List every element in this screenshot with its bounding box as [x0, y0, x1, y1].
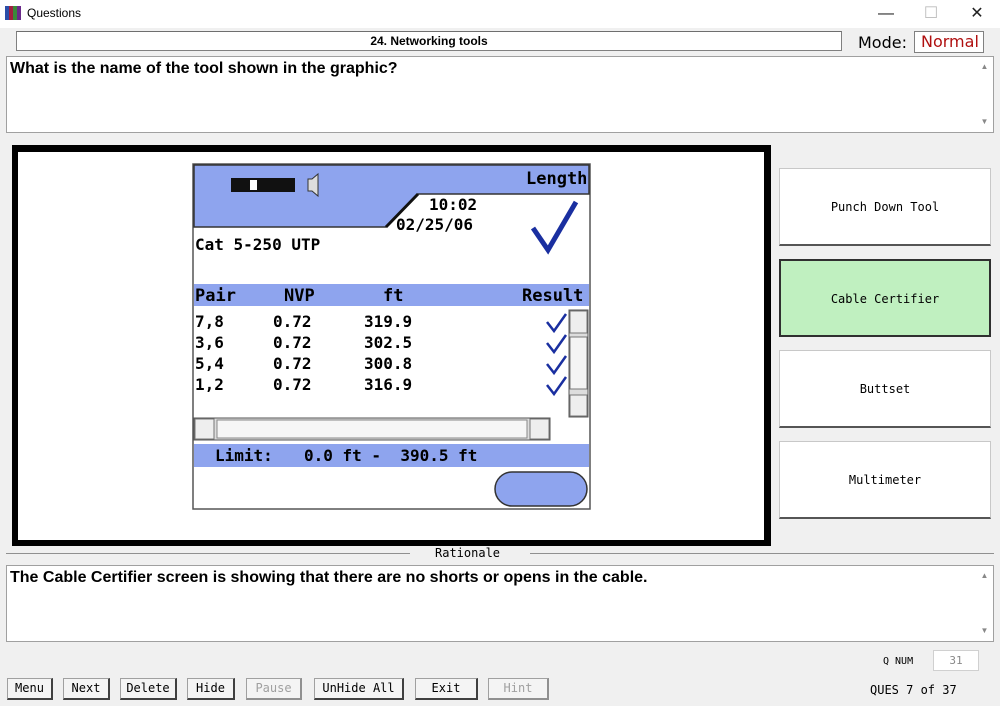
screen-date: 02/25/06 — [396, 215, 473, 234]
svg-text:5,4: 5,4 — [195, 354, 224, 373]
question-scrollbar[interactable]: ▲ ▼ — [976, 57, 993, 132]
limit-label: Limit: — [215, 446, 273, 465]
rationale-panel[interactable]: The Cable Certifier screen is showing th… — [6, 565, 994, 642]
divider — [530, 553, 994, 554]
mode-label: Mode: — [858, 33, 907, 52]
limit-value: 0.0 ft - 390.5 ft — [304, 446, 477, 465]
question-text: What is the name of the tool shown in th… — [10, 60, 398, 77]
scroll-down-icon[interactable]: ▼ — [976, 623, 993, 639]
delete-button[interactable]: Delete — [120, 678, 177, 700]
screen-softkey — [494, 471, 588, 507]
battery-icon — [231, 178, 295, 192]
menu-button[interactable]: Menu — [7, 678, 53, 700]
cable-certifier-screen: Length 10:02 02/25/06 Cat 5-250 UTP Pair… — [192, 163, 591, 510]
svg-text:3,6: 3,6 — [195, 333, 224, 352]
answer-option-1[interactable]: Punch Down Tool — [779, 168, 991, 246]
svg-text:0.72: 0.72 — [273, 333, 312, 352]
graphic-frame: Length 10:02 02/25/06 Cat 5-250 UTP Pair… — [12, 145, 771, 546]
screen-time: 10:02 — [429, 195, 477, 214]
graphic-area: Length 10:02 02/25/06 Cat 5-250 UTP Pair… — [18, 152, 764, 540]
title-bar: Questions — ☐ ✕ — [0, 0, 1000, 28]
svg-text:319.9: 319.9 — [364, 312, 412, 331]
col-ft: ft — [383, 286, 403, 306]
maximize-button[interactable]: ☐ — [908, 0, 954, 28]
scroll-up-icon[interactable]: ▲ — [976, 59, 993, 75]
answer-option-2[interactable]: Cable Certifier — [779, 259, 991, 337]
svg-text:7,8: 7,8 — [195, 312, 224, 331]
mode-value[interactable]: Normal — [914, 31, 984, 53]
screen-header: Length — [526, 169, 587, 189]
svg-text:316.9: 316.9 — [364, 375, 412, 394]
app-books-icon — [5, 5, 21, 21]
screen-cable-type: Cat 5-250 UTP — [195, 235, 320, 254]
hint-button[interactable]: Hint — [488, 678, 549, 700]
col-pair: Pair — [195, 286, 236, 306]
qnum-label: Q NUM — [883, 656, 914, 667]
hide-button[interactable]: Hide — [187, 678, 235, 700]
qnum-input[interactable]: 31 — [933, 650, 979, 671]
svg-text:1,2: 1,2 — [195, 375, 224, 394]
svg-text:0.72: 0.72 — [273, 375, 312, 394]
exit-button[interactable]: Exit — [415, 678, 478, 700]
col-nvp: NVP — [284, 286, 315, 306]
question-counter: QUES 7 of 37 — [870, 683, 957, 697]
window-title: Questions — [27, 6, 82, 20]
next-button[interactable]: Next — [63, 678, 110, 700]
svg-text:0.72: 0.72 — [273, 354, 312, 373]
answer-option-4[interactable]: Multimeter — [779, 441, 991, 519]
rationale-text: The Cable Certifier screen is showing th… — [10, 569, 648, 586]
topic-title: 24. Networking tools — [16, 31, 842, 51]
svg-text:302.5: 302.5 — [364, 333, 412, 352]
minimize-button[interactable]: — — [863, 0, 909, 28]
svg-text:300.8: 300.8 — [364, 354, 412, 373]
question-panel[interactable]: What is the name of the tool shown in th… — [6, 56, 994, 133]
col-result: Result — [522, 286, 583, 306]
answer-option-3[interactable]: Buttset — [779, 350, 991, 428]
pause-button[interactable]: Pause — [246, 678, 302, 700]
close-button[interactable]: ✕ — [954, 0, 1000, 28]
rationale-scrollbar[interactable]: ▲ ▼ — [976, 566, 993, 641]
scroll-down-icon[interactable]: ▼ — [976, 114, 993, 130]
divider — [6, 553, 410, 554]
unhide-all-button[interactable]: UnHide All — [314, 678, 404, 700]
svg-text:0.72: 0.72 — [273, 312, 312, 331]
rationale-label: Rationale — [432, 546, 504, 560]
scroll-up-icon[interactable]: ▲ — [976, 568, 993, 584]
